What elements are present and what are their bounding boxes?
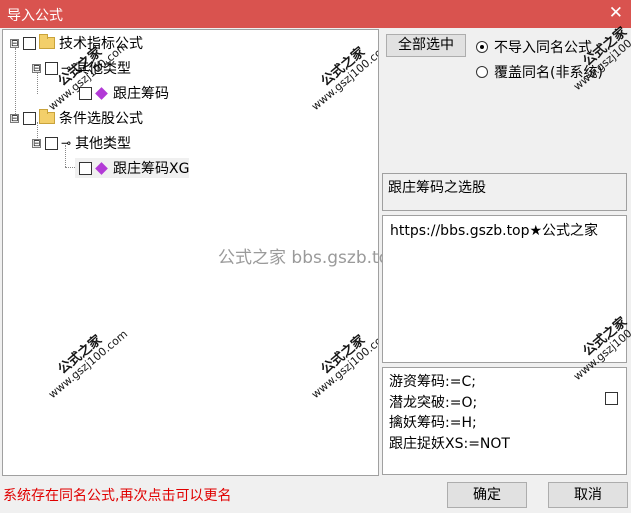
collapse-icon[interactable]: ⊟ xyxy=(32,63,41,73)
folder-icon xyxy=(39,109,55,124)
collapse-icon[interactable]: ⊟ xyxy=(10,113,19,123)
tree-node-label: 跟庄筹码 xyxy=(113,86,169,102)
folder-icon xyxy=(39,34,55,49)
watermark: 公式之家 www.gszj100.com xyxy=(308,39,379,114)
radio-label: 不导入同名公式 xyxy=(494,40,592,56)
param-line: 潜龙突破:=O; xyxy=(389,394,478,411)
tree-node-other-types[interactable]: ⊟ ⊸ 其他类型 xyxy=(32,133,131,153)
collapse-icon[interactable]: ⊟ xyxy=(10,38,19,48)
watermark: 公式之家 www.gszj100.com xyxy=(308,327,379,402)
param-line: 跟庄捉妖XS:=NOT xyxy=(389,435,510,452)
tree-node-label: 跟庄筹码XG xyxy=(113,161,190,177)
params-box[interactable]: 游资筹码:=C; 潜龙突破:=O; 擒妖筹码:=H; 跟庄捉妖XS:=NOT xyxy=(382,367,627,475)
checkbox[interactable] xyxy=(23,111,36,125)
status-message: 系统存在同名公式,再次点击可以更名 xyxy=(3,488,232,504)
window-title: 导入公式 xyxy=(7,8,63,24)
radio-skip-duplicates[interactable]: 不导入同名公式 xyxy=(476,37,592,57)
checkbox[interactable] xyxy=(79,161,92,175)
radio-icon[interactable] xyxy=(476,41,488,53)
checkbox[interactable] xyxy=(45,61,58,75)
tree-node-screening-formulas[interactable]: ⊟ 条件选股公式 xyxy=(10,108,143,128)
select-all-button[interactable]: 全部选中 xyxy=(386,34,466,57)
formula-name-field: 跟庄筹码之选股 xyxy=(382,173,627,211)
tree-node-label: 其他类型 xyxy=(75,136,132,152)
checkbox[interactable] xyxy=(45,136,58,150)
cancel-button[interactable]: 取消 xyxy=(548,482,628,508)
formula-name: 跟庄筹码之选股 xyxy=(388,180,486,196)
params-checkbox[interactable] xyxy=(605,392,618,405)
tree-node-formula-selected[interactable]: 跟庄筹码XG xyxy=(75,158,190,178)
ok-button[interactable]: 确定 xyxy=(447,482,527,508)
key-icon: ⊸ xyxy=(61,136,72,150)
collapse-icon[interactable]: ⊟ xyxy=(32,138,41,148)
param-line: 擒妖筹码:=H; xyxy=(389,415,477,431)
description-text: https://bbs.gszb.top★公式之家 xyxy=(390,223,599,239)
close-icon[interactable]: ✕ xyxy=(609,3,623,23)
formula-icon xyxy=(95,161,108,175)
center-watermark: 公式之家 bbs.gszb.top xyxy=(218,248,400,268)
tree-node-formula[interactable]: 跟庄筹码 xyxy=(75,83,169,103)
tree-node-label: 条件选股公式 xyxy=(59,111,143,127)
title-bar: 导入公式 ✕ xyxy=(0,0,631,28)
radio-icon[interactable] xyxy=(476,66,488,78)
formula-icon xyxy=(95,86,108,100)
watermark: 公式之家 www.gszj100.com xyxy=(45,327,131,402)
checkbox[interactable] xyxy=(23,36,36,50)
